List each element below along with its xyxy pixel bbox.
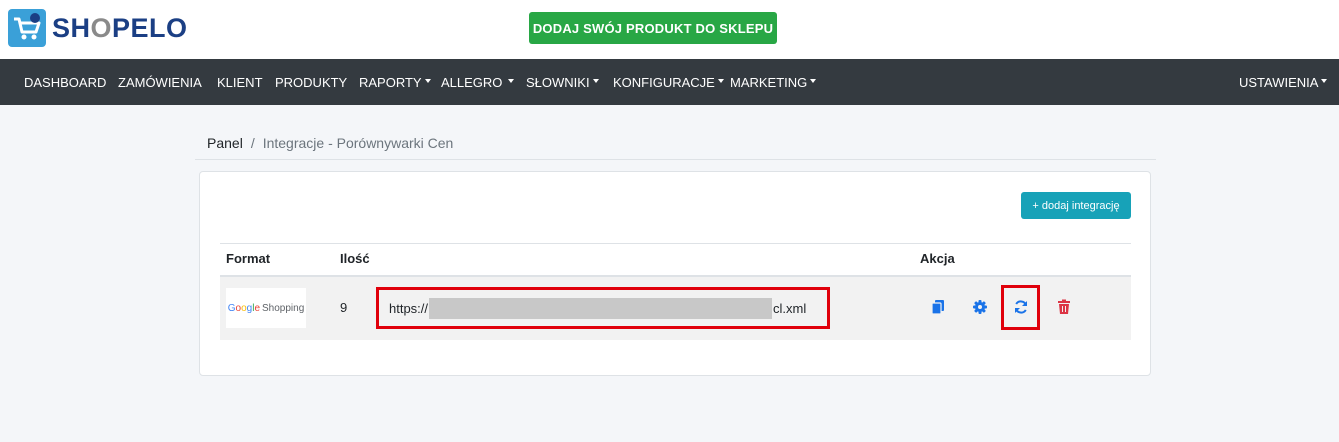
nav-item-zamowienia[interactable]: ZAMÓWIENIA: [118, 59, 202, 105]
integrations-card: + dodaj integrację Format Ilość Akcja Go…: [199, 171, 1151, 376]
column-header-format: Format: [226, 251, 271, 266]
column-header-action: Akcja: [920, 251, 955, 266]
nav-item-allegro[interactable]: ALLEGRO: [441, 59, 515, 105]
add-integration-button[interactable]: + dodaj integrację: [1021, 192, 1131, 219]
caret-down-icon: [592, 79, 599, 83]
brand-name: SHOPELO: [52, 12, 188, 43]
nav-item-slowniki[interactable]: SŁOWNIKI: [526, 59, 599, 105]
product-count: 9: [340, 300, 348, 315]
cart-icon: [8, 9, 46, 47]
nav-item-raporty[interactable]: RAPORTY: [359, 59, 431, 105]
main-navbar: DASHBOARD ZAMÓWIENIA KLIENT PRODUKTY RAP…: [0, 59, 1339, 105]
nav-item-dashboard[interactable]: DASHBOARD: [24, 59, 106, 105]
nav-item-konfiguracje[interactable]: KONFIGURACJE: [613, 59, 724, 105]
refresh-icon[interactable]: [1013, 299, 1029, 315]
redacted-block: [429, 297, 773, 319]
breadcrumb-current: Integracje - Porównywarki Cen: [262, 135, 454, 151]
breadcrumb-home[interactable]: Panel: [207, 135, 243, 151]
google-shopping-logo: Go o g l e Shopping: [226, 288, 306, 328]
copy-icon[interactable]: [930, 299, 946, 315]
caret-down-icon: [717, 79, 724, 83]
column-header-qty: Ilość: [340, 251, 370, 266]
table-row: Go o g l e Shopping 9 https:// cl.xml: [220, 277, 1131, 340]
brand-logo[interactable]: SHOPELO: [8, 8, 188, 48]
feed-url-prefix: https://: [389, 300, 429, 316]
nav-item-settings[interactable]: USTAWIENIA: [1239, 59, 1328, 105]
breadcrumb-divider: [195, 159, 1156, 160]
gear-icon[interactable]: [972, 299, 988, 315]
caret-down-icon: [424, 79, 431, 83]
caret-down-icon: [508, 79, 515, 83]
feed-url-suffix: cl.xml: [773, 300, 807, 316]
breadcrumb-separator: /: [250, 135, 255, 151]
add-product-button[interactable]: DODAJ SWÓJ PRODUKT DO SKLEPU: [529, 12, 777, 44]
breadcrumb: Panel / Integracje - Porównywarki Cen: [207, 135, 453, 151]
top-bar: SHOPELO DODAJ SWÓJ PRODUKT DO SKLEPU: [0, 0, 1339, 59]
nav-item-klient[interactable]: KLIENT: [217, 59, 263, 105]
caret-down-icon: [1321, 79, 1328, 83]
nav-item-produkty[interactable]: PRODUKTY: [275, 59, 347, 105]
trash-icon[interactable]: [1056, 299, 1072, 315]
caret-down-icon: [810, 79, 817, 83]
nav-item-marketing[interactable]: MARKETING: [730, 59, 817, 105]
feed-url[interactable]: https:// cl.xml: [376, 287, 830, 329]
table-top-border: [220, 243, 1131, 244]
